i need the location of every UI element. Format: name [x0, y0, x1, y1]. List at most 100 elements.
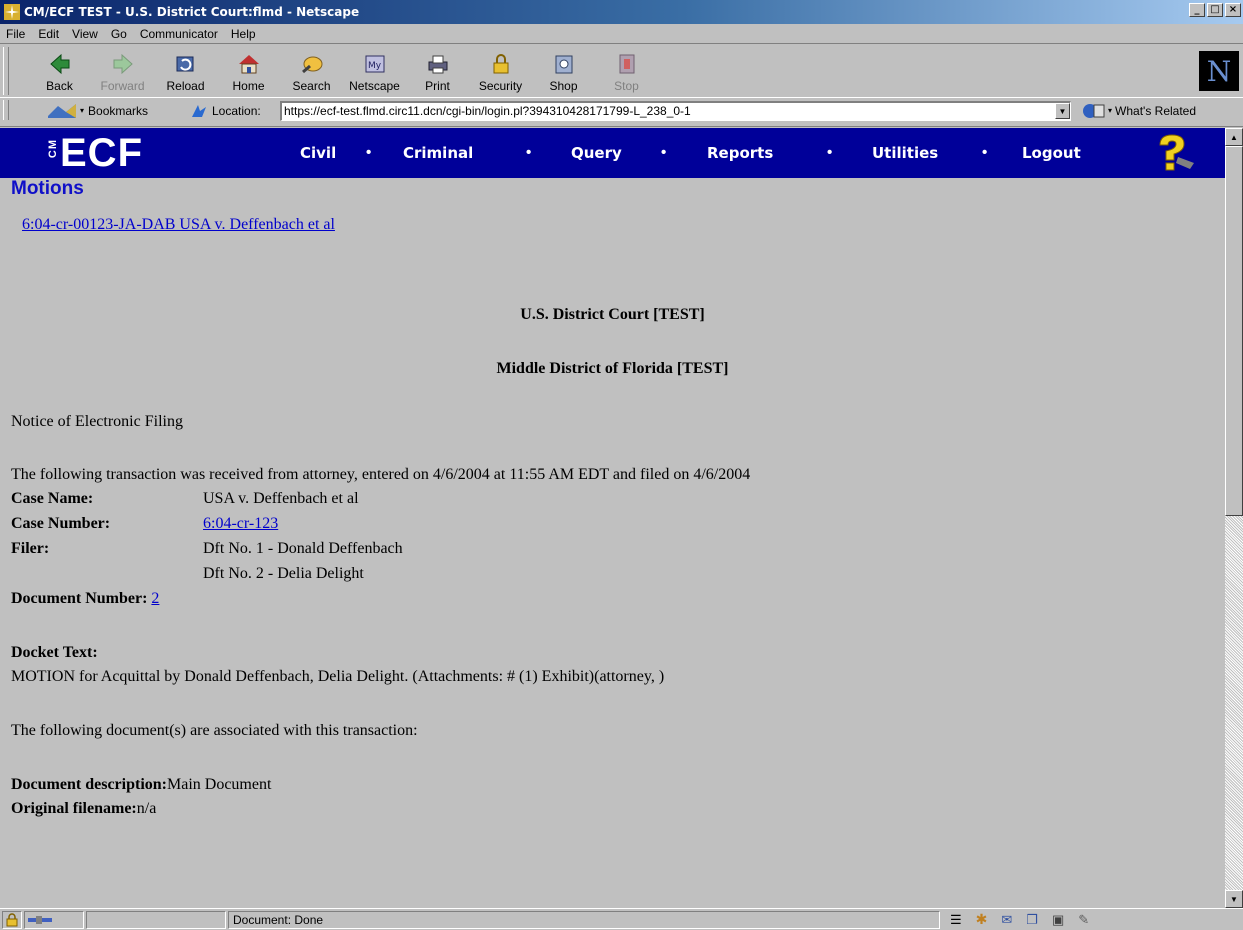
related-arrow-icon: ▾ [1108, 106, 1113, 115]
ecf-logo[interactable]: CM ECF [47, 131, 143, 176]
search-icon [298, 51, 326, 77]
nav-separator: • [982, 144, 988, 161]
page-viewport: CM ECF Civil • Criminal • Query • Report… [0, 128, 1243, 908]
status-text: Document: Done [228, 911, 940, 929]
back-button[interactable]: Back [28, 47, 91, 99]
my-netscape-button[interactable]: My Netscape [343, 47, 406, 99]
menu-file[interactable]: File [6, 27, 25, 41]
case-number-label: Case Number: [11, 515, 111, 532]
whats-related-icon [1083, 103, 1105, 118]
scroll-thumb[interactable] [1225, 146, 1243, 516]
location-bar: ▾ Bookmarks Location: https://ecf-test.f… [0, 97, 1243, 123]
lock-icon [487, 51, 515, 77]
my-netscape-icon: My [361, 51, 389, 77]
nav-separator: • [827, 144, 833, 161]
security-button[interactable]: Security [469, 47, 532, 99]
menu-bar: File Edit View Go Communicator Help [0, 24, 1243, 44]
bookmarks-arrow-icon: ▾ [80, 106, 85, 115]
nav-logout[interactable]: Logout [1022, 144, 1081, 162]
document-description-label: Document description: [11, 776, 167, 793]
newsgroups-component-icon[interactable]: ❐ [1026, 912, 1038, 928]
nav-query[interactable]: Query [571, 144, 622, 162]
menu-go[interactable]: Go [111, 27, 127, 41]
window-title: CM/ECF TEST - U.S. District Court:flmd -… [24, 5, 360, 19]
nav-criminal[interactable]: Criminal [403, 144, 473, 162]
nav-reports[interactable]: Reports [707, 144, 773, 162]
maximize-button[interactable]: □ [1207, 3, 1223, 17]
document-number-row: Document Number: 2 [11, 590, 159, 608]
case-number-link[interactable]: 6:04-cr-123 [203, 515, 278, 532]
progress-bar [86, 911, 226, 929]
case-name-value: USA v. Deffenbach et al [203, 490, 359, 507]
svg-text:My: My [368, 61, 382, 71]
help-icon[interactable] [1150, 133, 1198, 173]
addressbook-component-icon[interactable]: ▣ [1052, 912, 1064, 928]
document-number-link[interactable]: 2 [151, 590, 159, 607]
netscape-logo[interactable]: N [1199, 51, 1239, 91]
associated-documents-text: The following document(s) are associated… [11, 722, 418, 739]
forward-button[interactable]: Forward [91, 47, 154, 99]
url-input[interactable]: https://ecf-test.flmd.circ11.dcn/cgi-bin… [280, 101, 1071, 121]
transaction-text: The following transaction was received f… [11, 466, 751, 483]
url-dropdown-button[interactable]: ▼ [1055, 103, 1070, 119]
page-proxy-icon[interactable] [190, 103, 208, 119]
home-icon [235, 51, 263, 77]
notice-heading: Notice of Electronic Filing [11, 413, 183, 430]
back-arrow-icon [46, 51, 74, 77]
original-filename-label: Original filename: [11, 800, 137, 817]
location-grip[interactable] [3, 100, 9, 120]
minimize-button[interactable]: _ [1189, 3, 1205, 17]
original-filename-value: n/a [136, 800, 157, 817]
netscape-component-icon[interactable]: ✱ [976, 911, 988, 928]
navigator-component-icon[interactable]: ☰ [950, 912, 962, 928]
composer-component-icon[interactable]: ✎ [1078, 912, 1089, 928]
bookmarks-icon [48, 103, 76, 118]
stop-button[interactable]: Stop [595, 47, 658, 99]
whats-related-button[interactable]: ▾ What's Related [1080, 102, 1196, 120]
menu-view[interactable]: View [72, 27, 98, 41]
page-title: Motions [11, 178, 84, 199]
nav-civil[interactable]: Civil [300, 144, 336, 162]
print-button[interactable]: Print [406, 47, 469, 99]
vertical-scrollbar[interactable]: ▲ ▼ [1225, 128, 1243, 908]
case-title-link[interactable]: 6:04-cr-00123-JA-DAB USA v. Deffenbach e… [22, 216, 335, 234]
search-button[interactable]: Search [280, 47, 343, 99]
shop-button[interactable]: Shop [532, 47, 595, 99]
docket-text-label: Docket Text: [11, 644, 98, 661]
court-name: U.S. District Court [TEST] [520, 306, 705, 323]
online-status-icon[interactable] [24, 911, 84, 929]
component-bar: ☰ ✱ ✉ ❐ ▣ ✎ [950, 911, 1089, 928]
document-description-row: Document description:Main Document [11, 776, 271, 794]
nav-separator: • [661, 144, 667, 161]
page-content: Motions 6:04-cr-00123-JA-DAB USA v. Deff… [0, 178, 1225, 908]
security-lock-icon[interactable] [2, 911, 22, 929]
toolbar-grip[interactable] [3, 47, 9, 95]
forward-arrow-icon [109, 51, 137, 77]
bookmarks-button[interactable]: ▾ Bookmarks [46, 102, 148, 120]
reload-button[interactable]: Reload [154, 47, 217, 99]
nav-separator: • [526, 144, 532, 161]
close-button[interactable]: × [1225, 3, 1241, 17]
ecf-logo-prefix: CM [47, 139, 59, 159]
home-button[interactable]: Home [217, 47, 280, 99]
title-bar: CM/ECF TEST - U.S. District Court:flmd -… [0, 0, 1243, 24]
document-number-label: Document Number: [11, 590, 148, 607]
mail-component-icon[interactable]: ✉ [1001, 912, 1012, 928]
stop-icon [613, 51, 641, 77]
filer-1: Dft No. 1 - Donald Deffenbach [203, 540, 403, 557]
case-name-label: Case Name: [11, 490, 94, 507]
menu-help[interactable]: Help [231, 27, 256, 41]
location-label: Location: [190, 103, 261, 119]
print-icon [424, 51, 452, 77]
ecf-navigation-bar: CM ECF Civil • Criminal • Query • Report… [0, 128, 1225, 178]
menu-communicator[interactable]: Communicator [140, 27, 218, 41]
menu-edit[interactable]: Edit [38, 27, 59, 41]
scroll-down-button[interactable]: ▼ [1225, 890, 1243, 908]
document-description-value: Main Document [166, 776, 272, 793]
nav-utilities[interactable]: Utilities [872, 144, 938, 162]
status-bar: Document: Done ☰ ✱ ✉ ❐ ▣ ✎ [0, 908, 1243, 930]
original-filename-row: Original filename:n/a [11, 800, 156, 818]
shop-icon [550, 51, 578, 77]
navigation-toolbar: Back Forward Reload Home Search My Netsc… [0, 45, 1243, 127]
scroll-up-button[interactable]: ▲ [1225, 128, 1243, 146]
